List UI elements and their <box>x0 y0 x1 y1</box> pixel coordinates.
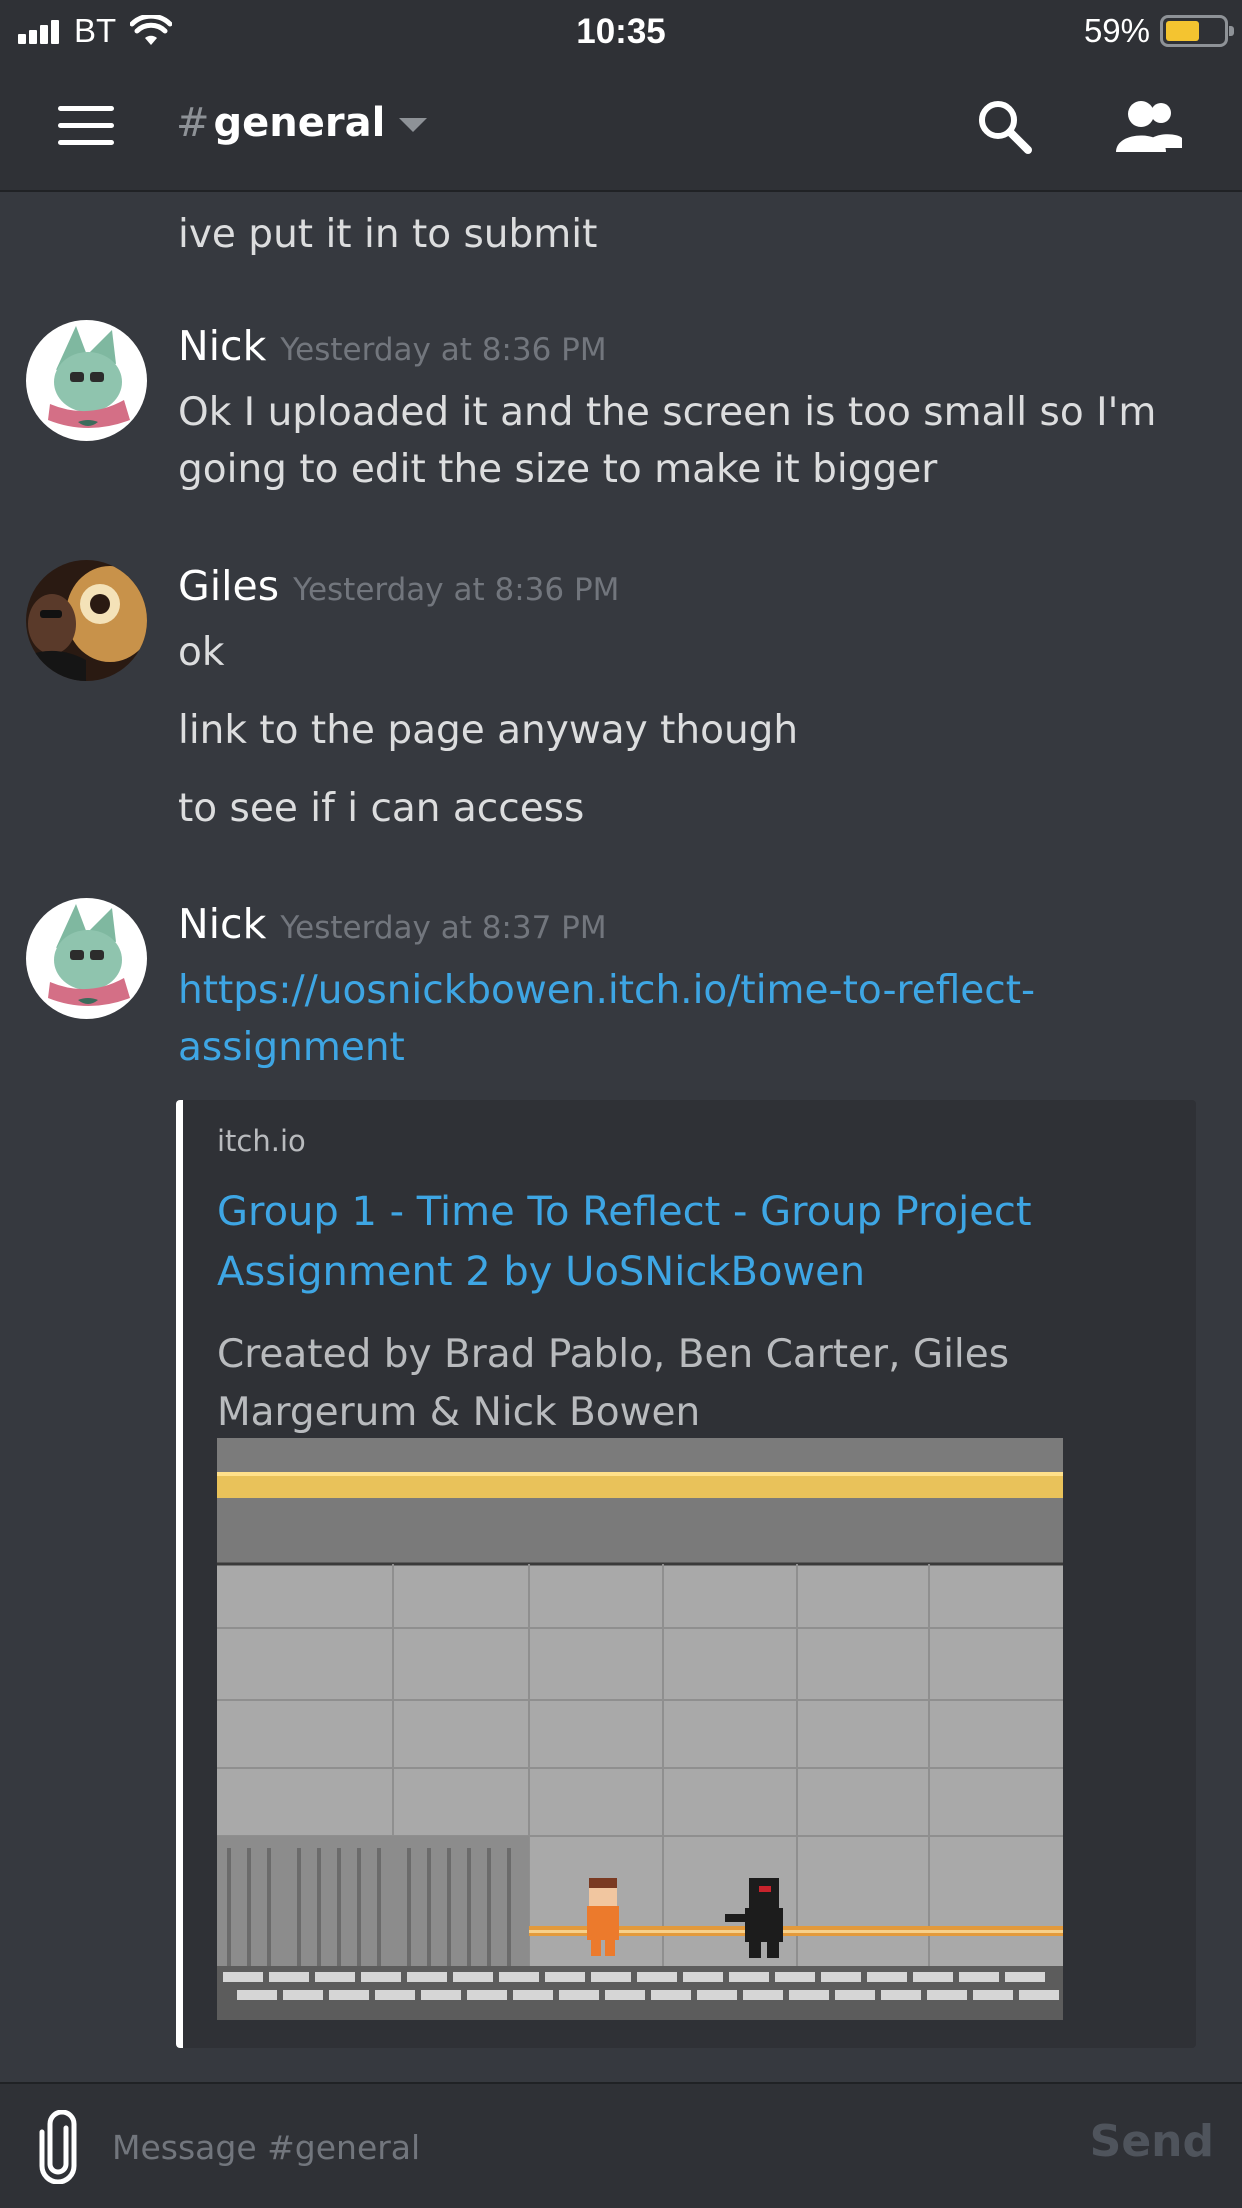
author-name[interactable]: Nick <box>178 900 266 948</box>
status-right: 59% <box>1083 12 1234 50</box>
members-icon[interactable] <box>1114 98 1184 154</box>
embed-provider[interactable]: itch.io <box>217 1124 306 1158</box>
message-text: ok <box>178 630 225 675</box>
channel-selector[interactable]: # general <box>176 100 428 146</box>
embed-description: Created by Brad Pablo, Ben Carter, Giles… <box>217 1332 1010 1435</box>
channel-header: # general <box>0 62 1242 192</box>
channel-name: general <box>213 100 386 146</box>
timestamp: Yesterday at 8:36 PM <box>293 572 620 608</box>
timestamp: Yesterday at 8:36 PM <box>280 332 607 368</box>
author-line: Nick Yesterday at 8:36 PM <box>178 322 607 370</box>
message-list[interactable]: ive put it in to submit Nick Yesterday a… <box>0 192 1242 2082</box>
timestamp: Yesterday at 8:37 PM <box>280 910 607 946</box>
clock: 10:35 <box>576 12 666 51</box>
author-name[interactable]: Giles <box>178 562 279 610</box>
paperclip-icon[interactable] <box>38 2110 78 2184</box>
message-text: ive put it in to submit <box>178 212 598 257</box>
photo-avatar <box>26 560 147 681</box>
author-line: Giles Yesterday at 8:36 PM <box>178 562 619 610</box>
link-embed: itch.io Group 1 - Time To Reflect - Grou… <box>176 1100 1196 2048</box>
send-button[interactable]: Send <box>1090 2116 1214 2167</box>
battery-fill <box>1166 21 1199 41</box>
message-text: link to the page anyway though <box>178 708 799 753</box>
goat-character-avatar <box>26 898 147 1019</box>
channel-hash: # <box>176 100 210 146</box>
message-text: to see if i can access <box>178 786 585 831</box>
message-link[interactable]: https://uosnickbowen.itch.io/time-to-ref… <box>178 962 1198 1076</box>
message-text: Ok I uploaded it and the screen is too s… <box>178 390 1157 492</box>
embed-title[interactable]: Group 1 - Time To Reflect - Group Projec… <box>217 1182 1157 1302</box>
menu-icon[interactable] <box>58 106 114 146</box>
embed-thumbnail[interactable] <box>217 1438 1063 2020</box>
avatar[interactable] <box>26 320 147 441</box>
chevron-down-icon <box>399 118 428 132</box>
status-bar: BT 10:35 59% <box>0 0 1242 62</box>
battery-percent: 59% <box>1083 12 1150 49</box>
avatar[interactable] <box>26 898 147 1019</box>
search-icon[interactable] <box>976 98 1032 154</box>
message-input[interactable] <box>112 2112 1072 2182</box>
goat-character-avatar <box>26 320 147 441</box>
message-composer: Send <box>0 2082 1242 2208</box>
avatar[interactable] <box>26 560 147 681</box>
battery-icon <box>1160 15 1234 47</box>
author-line: Nick Yesterday at 8:37 PM <box>178 900 607 948</box>
author-name[interactable]: Nick <box>178 322 266 370</box>
